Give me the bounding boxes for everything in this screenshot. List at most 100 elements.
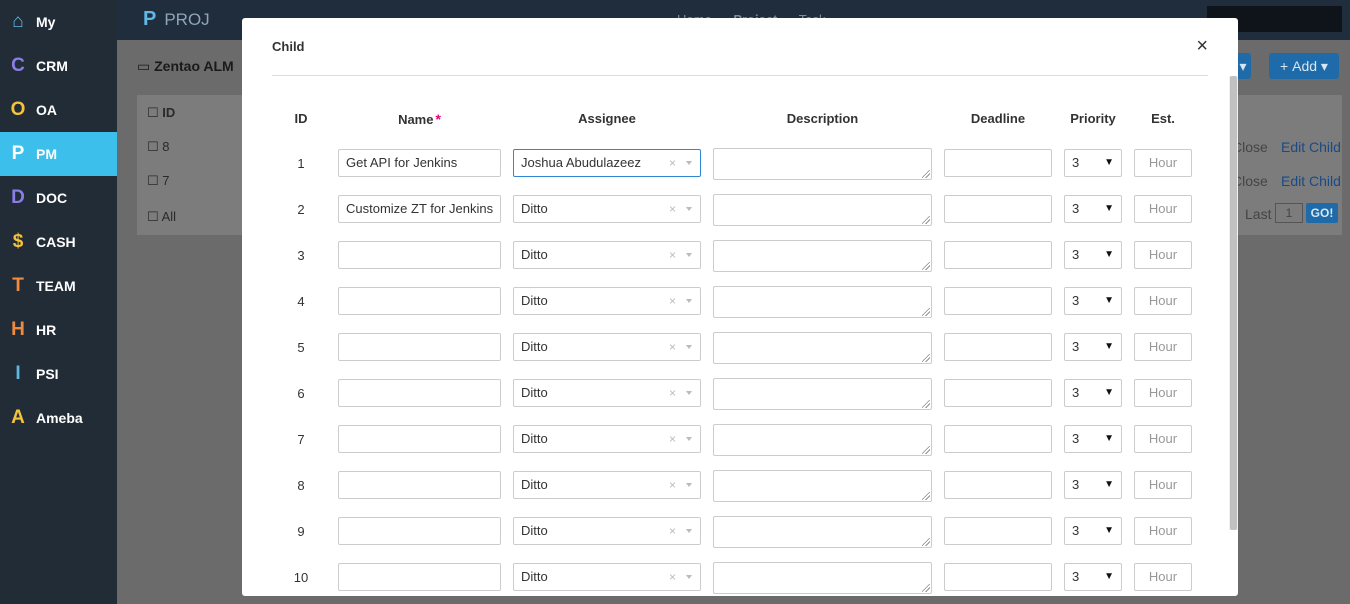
name-input[interactable]	[338, 379, 501, 407]
chevron-down-icon[interactable]	[686, 391, 692, 395]
description-textarea[interactable]	[713, 148, 932, 180]
clear-icon[interactable]: ×	[669, 518, 676, 544]
chevron-down-icon[interactable]	[686, 483, 692, 487]
resize-handle-icon[interactable]	[922, 262, 930, 270]
priority-select[interactable]: 3 ▼	[1064, 563, 1122, 591]
priority-select[interactable]: 3 ▼	[1064, 333, 1122, 361]
nav-item-cash[interactable]: $ CASH	[0, 220, 117, 264]
chevron-down-icon[interactable]	[686, 207, 692, 211]
scrollbar-thumb[interactable]	[1230, 76, 1237, 530]
estimate-input[interactable]: Hour	[1134, 425, 1192, 453]
priority-select[interactable]: 3 ▼	[1064, 195, 1122, 223]
clear-icon[interactable]: ×	[669, 426, 676, 452]
name-input[interactable]	[338, 287, 501, 315]
resize-handle-icon[interactable]	[922, 216, 930, 224]
clear-icon[interactable]: ×	[669, 196, 676, 222]
description-textarea[interactable]	[713, 470, 932, 502]
clear-icon[interactable]: ×	[669, 380, 676, 406]
description-textarea[interactable]	[713, 562, 932, 594]
estimate-input[interactable]: Hour	[1134, 471, 1192, 499]
description-textarea[interactable]	[713, 240, 932, 272]
deadline-input[interactable]	[944, 287, 1052, 315]
description-textarea[interactable]	[713, 332, 932, 364]
priority-select[interactable]: 3 ▼	[1064, 425, 1122, 453]
breadcrumb[interactable]: ▭ Zentao ALM	[137, 58, 234, 75]
pager-go-button[interactable]: GO!	[1306, 203, 1338, 223]
select-all[interactable]: ☐ All	[147, 209, 176, 225]
name-input[interactable]: Get API for Jenkins	[338, 149, 501, 177]
chevron-down-icon[interactable]	[686, 161, 692, 165]
estimate-input[interactable]: Hour	[1134, 241, 1192, 269]
nav-item-my[interactable]: ⌂ My	[0, 0, 117, 44]
resize-handle-icon[interactable]	[922, 170, 930, 178]
estimate-input[interactable]: Hour	[1134, 333, 1192, 361]
deadline-input[interactable]	[944, 195, 1052, 223]
chevron-down-icon[interactable]	[686, 299, 692, 303]
table-row[interactable]: ☐ 8	[147, 139, 170, 155]
chevron-down-icon[interactable]	[686, 529, 692, 533]
priority-select[interactable]: 3 ▼	[1064, 379, 1122, 407]
estimate-input[interactable]: Hour	[1134, 563, 1192, 591]
description-textarea[interactable]	[713, 516, 932, 548]
nav-item-hr[interactable]: H HR	[0, 308, 117, 352]
deadline-input[interactable]	[944, 333, 1052, 361]
row-edit-child-link[interactable]: Edit Child	[1281, 173, 1341, 189]
description-textarea[interactable]	[713, 194, 932, 226]
estimate-input[interactable]: Hour	[1134, 517, 1192, 545]
deadline-input[interactable]	[944, 517, 1052, 545]
deadline-input[interactable]	[944, 149, 1052, 177]
deadline-input[interactable]	[944, 563, 1052, 591]
assignee-select[interactable]: Ditto ×	[513, 379, 701, 407]
name-input[interactable]	[338, 517, 501, 545]
nav-item-ameba[interactable]: A Ameba	[0, 396, 117, 440]
resize-handle-icon[interactable]	[922, 584, 930, 592]
assignee-select[interactable]: Ditto ×	[513, 241, 701, 269]
name-input[interactable]	[338, 333, 501, 361]
resize-handle-icon[interactable]	[922, 492, 930, 500]
priority-select[interactable]: 3 ▼	[1064, 241, 1122, 269]
name-input[interactable]: Customize ZT for Jenkins	[338, 195, 501, 223]
clear-icon[interactable]: ×	[669, 472, 676, 498]
assignee-select[interactable]: Ditto ×	[513, 425, 701, 453]
table-header-id[interactable]: ☐ ID	[147, 105, 175, 121]
clear-icon[interactable]: ×	[669, 564, 676, 590]
assignee-select[interactable]: Ditto ×	[513, 471, 701, 499]
name-input[interactable]	[338, 425, 501, 453]
nav-item-psi[interactable]: I PSI	[0, 352, 117, 396]
nav-item-crm[interactable]: C CRM	[0, 44, 117, 88]
app-brand[interactable]: P PROJ	[143, 8, 210, 31]
assignee-select[interactable]: Ditto ×	[513, 333, 701, 361]
pager-last-label[interactable]: Last	[1245, 206, 1271, 222]
priority-select[interactable]: 3 ▼	[1064, 517, 1122, 545]
description-textarea[interactable]	[713, 286, 932, 318]
chevron-down-icon[interactable]	[686, 575, 692, 579]
description-textarea[interactable]	[713, 378, 932, 410]
table-row[interactable]: ☐ 7	[147, 173, 170, 189]
resize-handle-icon[interactable]	[922, 308, 930, 316]
priority-select[interactable]: 3 ▼	[1064, 149, 1122, 177]
nav-item-pm[interactable]: P PM	[0, 132, 117, 176]
add-button[interactable]: + Add ▾	[1269, 53, 1339, 79]
estimate-input[interactable]: Hour	[1134, 287, 1192, 315]
modal-scrollbar[interactable]	[1229, 76, 1238, 530]
deadline-input[interactable]	[944, 471, 1052, 499]
resize-handle-icon[interactable]	[922, 400, 930, 408]
assignee-select[interactable]: Ditto ×	[513, 195, 701, 223]
assignee-select[interactable]: Ditto ×	[513, 563, 701, 591]
chevron-down-icon[interactable]	[686, 437, 692, 441]
clear-icon[interactable]: ×	[669, 288, 676, 314]
resize-handle-icon[interactable]	[922, 354, 930, 362]
close-icon[interactable]: ×	[1196, 36, 1208, 56]
nav-item-doc[interactable]: D DOC	[0, 176, 117, 220]
assignee-select[interactable]: Ditto ×	[513, 517, 701, 545]
row-edit-child-link[interactable]: Edit Child	[1281, 139, 1341, 155]
estimate-input[interactable]: Hour	[1134, 195, 1192, 223]
name-input[interactable]	[338, 471, 501, 499]
resize-handle-icon[interactable]	[922, 446, 930, 454]
chevron-down-icon[interactable]	[686, 253, 692, 257]
name-input[interactable]	[338, 563, 501, 591]
clear-icon[interactable]: ×	[669, 150, 676, 176]
clear-icon[interactable]: ×	[669, 242, 676, 268]
priority-select[interactable]: 3 ▼	[1064, 287, 1122, 315]
assignee-select[interactable]: Ditto ×	[513, 287, 701, 315]
